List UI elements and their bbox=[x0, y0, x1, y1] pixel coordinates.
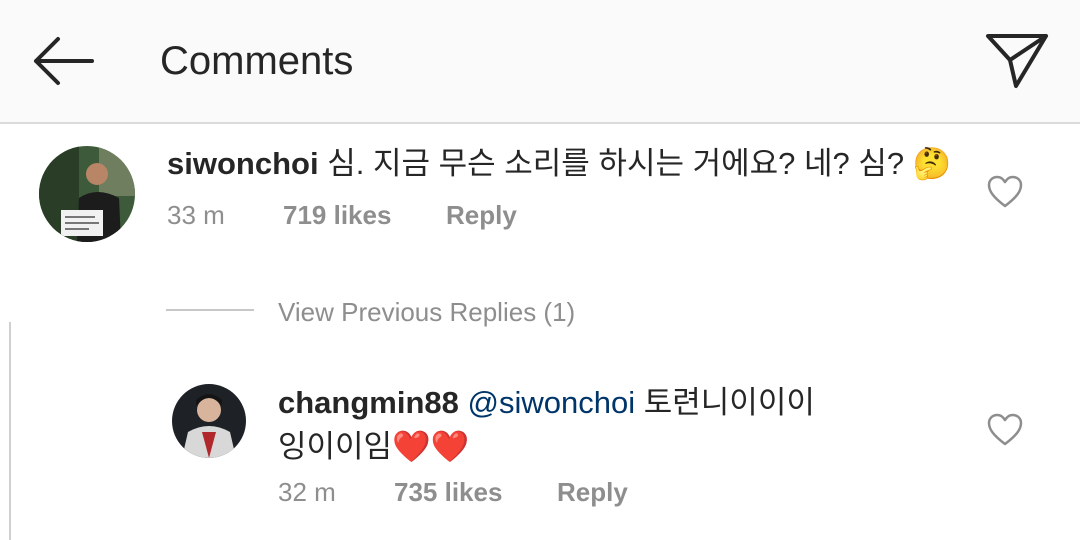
reply-time: 32 m bbox=[278, 477, 336, 507]
back-button[interactable] bbox=[28, 34, 98, 88]
reply-button[interactable]: Reply bbox=[446, 198, 517, 232]
view-previous-replies[interactable]: View Previous Replies (1) bbox=[278, 295, 575, 329]
avatar-changmin88[interactable] bbox=[172, 384, 246, 458]
heart-icon bbox=[987, 413, 1023, 446]
comment-meta: 33 m 719 likes Reply bbox=[167, 198, 587, 232]
avatar-siwonchoi[interactable] bbox=[39, 146, 135, 242]
reply-line-1: changmin88 @siwonchoi 토련니이이이 bbox=[278, 381, 938, 425]
replies-divider bbox=[166, 309, 254, 311]
reply-mention[interactable]: @siwonchoi bbox=[468, 385, 636, 420]
reply-body-line-1: 토련니이이이 bbox=[643, 385, 815, 420]
like-button[interactable] bbox=[987, 175, 1023, 209]
reply-text: changmin88 @siwonchoi 토련니이이이 잉이이임❤️❤️ bbox=[278, 381, 938, 469]
reply-likes[interactable]: 735 likes bbox=[394, 475, 502, 509]
reply-like-button[interactable] bbox=[987, 413, 1023, 447]
reply-meta: 32 m 735 likes Reply bbox=[278, 475, 698, 509]
reply-reply-button[interactable]: Reply bbox=[557, 475, 628, 509]
edge-divider bbox=[9, 322, 11, 540]
share-button[interactable] bbox=[982, 30, 1052, 92]
comment-likes[interactable]: 719 likes bbox=[283, 198, 391, 232]
heart-icon bbox=[987, 175, 1023, 208]
arrow-left-icon bbox=[34, 37, 94, 85]
app-header: Comments bbox=[0, 0, 1080, 124]
comment-username[interactable]: siwonchoi bbox=[167, 146, 319, 181]
comment-text: siwonchoi 심. 지금 무슨 소리를 하시는 거에요? 네? 심? 🤔 bbox=[167, 142, 967, 186]
reply-body-line-2: 잉이이임❤️❤️ bbox=[278, 429, 470, 464]
comment-time: 33 m bbox=[167, 200, 225, 230]
comment-body: 심. 지금 무슨 소리를 하시는 거에요? 네? 심? 🤔 bbox=[327, 146, 952, 181]
reply-username[interactable]: changmin88 bbox=[278, 385, 459, 420]
page-title: Comments bbox=[160, 39, 354, 83]
paper-plane-icon bbox=[986, 34, 1048, 88]
